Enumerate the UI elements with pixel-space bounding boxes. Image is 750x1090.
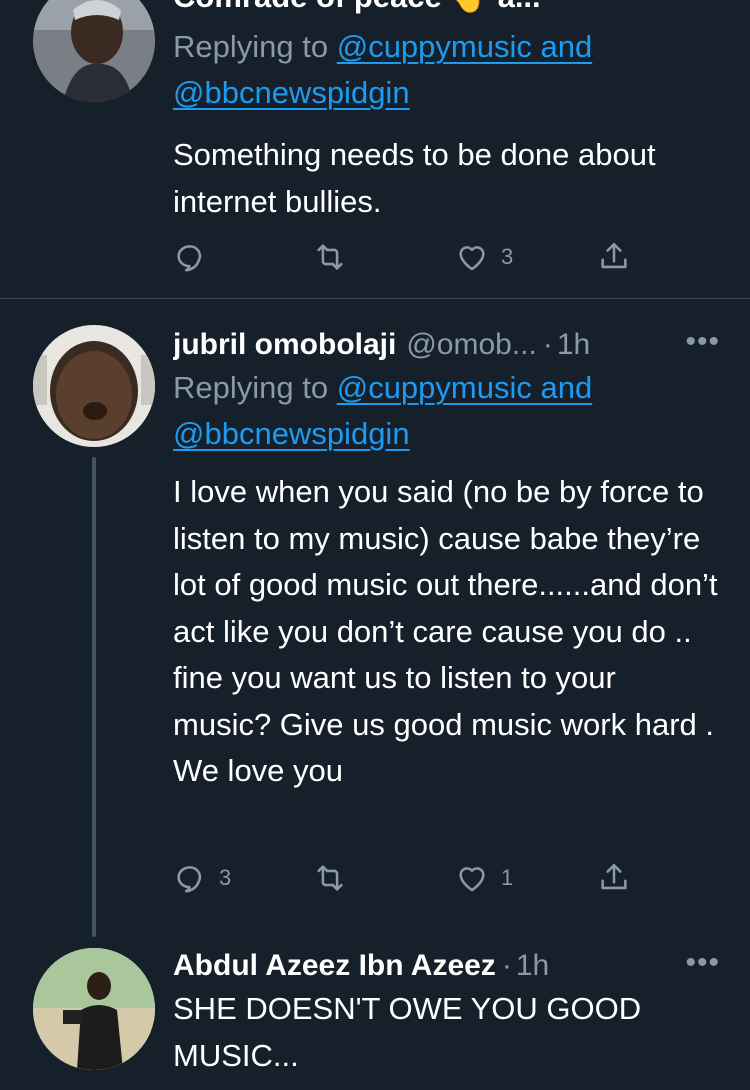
replying-to: Replying to @cuppymusic and @bbcnewspidg… (173, 24, 720, 116)
share-button[interactable] (597, 240, 631, 274)
tweet-2[interactable]: jubril omobolaji @omob... · 1h ••• Reply… (0, 299, 750, 939)
tweet-actions: 3 1 (173, 861, 643, 901)
retweet-button[interactable] (313, 240, 359, 274)
avatar[interactable] (33, 948, 155, 1070)
mention-link[interactable]: @cuppymusic and (337, 29, 592, 64)
separator-dot: · (542, 328, 553, 361)
mention-link[interactable]: @bbcnewspidgin (173, 416, 410, 451)
reply-button[interactable] (173, 240, 219, 274)
reply-button[interactable]: 3 (173, 861, 231, 895)
replying-to-label: Replying to (173, 29, 337, 64)
avatar[interactable] (33, 0, 155, 102)
mention-link[interactable]: @bbcnewspidgin (173, 75, 410, 110)
like-button[interactable]: 1 (455, 861, 513, 895)
share-icon (597, 240, 631, 274)
tweet-header: jubril omobolaji @omob... · 1h (173, 325, 720, 365)
tweet-timestamp[interactable]: 1h (516, 946, 549, 986)
replying-to: Replying to @cuppymusic and @bbcnewspidg… (173, 365, 720, 457)
like-button[interactable]: 3 (455, 240, 513, 274)
tweet-author-name[interactable]: Abdul Azeez Ibn Azeez (173, 946, 496, 986)
tweet-text: I love when you said (no be by force to … (173, 474, 718, 788)
tweet-text: Something needs to be done about interne… (173, 137, 656, 219)
like-count: 3 (501, 244, 514, 269)
retweet-icon (313, 240, 347, 274)
tweet-author-name[interactable]: Comrade of peace 🤚 a... (173, 0, 541, 15)
more-icon[interactable]: ••• (685, 327, 720, 357)
more-icon[interactable]: ••• (685, 948, 720, 978)
tweet-header: Abdul Azeez Ibn Azeez · 1h (173, 946, 720, 986)
like-count: 1 (501, 865, 514, 890)
retweet-icon (313, 861, 347, 895)
mention-link[interactable]: @cuppymusic and (337, 370, 592, 405)
heart-icon (455, 240, 489, 274)
avatar[interactable] (33, 325, 155, 447)
reply-count: 3 (219, 865, 232, 890)
retweet-button[interactable] (313, 861, 359, 895)
replying-to-label: Replying to (173, 370, 337, 405)
reply-icon (173, 240, 207, 274)
reply-icon (173, 861, 207, 895)
separator-dot: · (501, 949, 512, 982)
share-button[interactable] (597, 861, 631, 895)
tweet-3[interactable]: Abdul Azeez Ibn Azeez · 1h ••• SHE DOESN… (0, 940, 750, 1090)
share-icon (597, 861, 631, 895)
thread-line (92, 457, 96, 937)
tweet-actions: 3 (173, 240, 643, 280)
tweet-1[interactable]: Comrade of peace 🤚 a... Replying to @cup… (0, 0, 750, 298)
tweet-timestamp[interactable]: 1h (557, 325, 590, 365)
heart-icon (455, 861, 489, 895)
tweet-author-handle[interactable]: @omob... (406, 325, 537, 365)
tweet-author-name[interactable]: jubril omobolaji (173, 325, 396, 365)
tweet-text: SHE DOESN'T OWE YOU GOOD MUSIC... (173, 991, 642, 1073)
